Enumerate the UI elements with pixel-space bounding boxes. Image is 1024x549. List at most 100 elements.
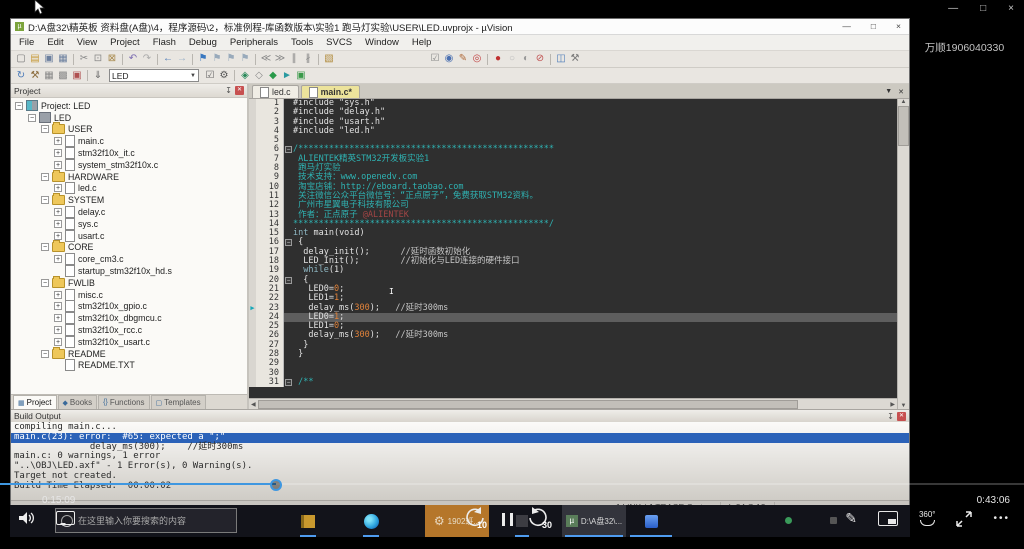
tree-item-readme-txt[interactable]: README.TXT xyxy=(11,360,247,372)
panel-tab-books[interactable]: ◆Books xyxy=(58,395,98,409)
code-area[interactable]: 1#include "sys.h"2#include "delay.h"3#in… xyxy=(249,99,897,398)
run-to-cursor-icon[interactable]: ◉ xyxy=(442,53,456,66)
copy-icon[interactable]: ⊡ xyxy=(91,53,105,66)
scroll-left-icon[interactable]: ◀ xyxy=(251,401,256,408)
scroll-up-icon[interactable]: ▲ xyxy=(901,99,907,105)
tree-item-stm32f10x-rcc-c[interactable]: +stm32f10x_rcc.c xyxy=(11,324,247,336)
project-targets-icon[interactable]: ▣ xyxy=(294,69,308,82)
menu-file[interactable]: File xyxy=(19,37,34,48)
code-line-4[interactable]: 4#include "led.h" xyxy=(249,127,897,136)
tree-item-stm32f10x-dbgmcu-c[interactable]: +stm32f10x_dbgmcu.c xyxy=(11,312,247,324)
taskbar-item-uvision[interactable]: µ D:\A盘32\... xyxy=(562,505,626,537)
rebuild-icon[interactable]: ▦ xyxy=(42,69,56,82)
translate-icon[interactable]: ↻ xyxy=(14,69,28,82)
breakpoint-toggle-icon[interactable]: ● xyxy=(491,53,505,66)
navigate-forward-icon[interactable]: → xyxy=(175,53,189,66)
close-tab-icon[interactable]: ✕ xyxy=(898,88,904,96)
tree-item-hardware[interactable]: −HARDWARE xyxy=(11,171,247,183)
tree-item-delay-c[interactable]: +delay.c xyxy=(11,206,247,218)
menu-window[interactable]: Window xyxy=(365,37,399,48)
notes-button[interactable]: ✎ xyxy=(845,510,857,527)
expand-icon[interactable]: + xyxy=(54,338,62,346)
configure-icon[interactable]: ⚒ xyxy=(568,53,582,66)
picture-in-picture-button[interactable] xyxy=(878,511,898,526)
expand-icon[interactable]: + xyxy=(54,184,62,192)
bookmark-next-icon[interactable]: ⚑ xyxy=(224,53,238,66)
expand-icon[interactable]: + xyxy=(54,255,62,263)
player-maximize-button[interactable]: □ xyxy=(980,2,986,16)
navigate-back-icon[interactable]: ← xyxy=(161,53,175,66)
collapse-icon[interactable]: − xyxy=(28,114,36,122)
tree-item-stm32f10x-it-c[interactable]: +stm32f10x_it.c xyxy=(11,147,247,159)
tree-item-startup-stm32f10x-hd-s[interactable]: startup_stm32f10x_hd.s xyxy=(11,265,247,277)
tree-item-sys-c[interactable]: +sys.c xyxy=(11,218,247,230)
tree-item-led[interactable]: −LED xyxy=(11,112,247,124)
menu-svcs[interactable]: SVCS xyxy=(326,37,352,48)
menu-edit[interactable]: Edit xyxy=(47,37,63,48)
fold-icon[interactable]: − xyxy=(285,239,292,246)
menu-help[interactable]: Help xyxy=(412,37,432,48)
more-options-button[interactable]: ••• xyxy=(993,513,1010,524)
save-all-icon[interactable]: ▦ xyxy=(56,53,70,66)
collapse-icon[interactable]: − xyxy=(41,279,49,287)
paste-icon[interactable]: ⊠ xyxy=(105,53,119,66)
expand-icon[interactable]: + xyxy=(54,291,62,299)
tray-icon[interactable] xyxy=(785,517,792,524)
window-layout-icon[interactable]: ◫ xyxy=(554,53,568,66)
editor-tab-main-c-[interactable]: main.c* xyxy=(301,85,360,98)
code-line-21[interactable]: 21 LED0=0; xyxy=(249,285,897,294)
save-icon[interactable]: ▣ xyxy=(42,53,56,66)
code-line-23[interactable]: ▶23 delay_ms(300); //延时300ms xyxy=(249,304,897,313)
code-line-27[interactable]: 27 } xyxy=(249,341,897,350)
close-icon[interactable]: ✕ xyxy=(897,412,906,421)
pin-icon[interactable]: ↧ xyxy=(887,412,894,421)
tree-item-led-c[interactable]: +led.c xyxy=(11,183,247,195)
annotate-icon[interactable]: ✎ xyxy=(456,53,470,66)
tree-item-misc-c[interactable]: +misc.c xyxy=(11,289,247,301)
uvision-minimize-button[interactable]: — xyxy=(842,20,851,33)
code-line-19[interactable]: 19 while(1) xyxy=(249,266,897,275)
taskbar-search-box[interactable]: 在这里输入你要搜索的内容 xyxy=(55,508,237,533)
expand-icon[interactable]: + xyxy=(54,149,62,157)
expand-icon[interactable]: + xyxy=(54,137,62,145)
horizontal-scrollbar[interactable]: ◀ ▶ xyxy=(249,398,897,409)
menu-tools[interactable]: Tools xyxy=(291,37,313,48)
manage-components-icon[interactable]: ► xyxy=(280,69,294,82)
tree-item-readme[interactable]: −README xyxy=(11,348,247,360)
tree-item-stm32f10x-gpio-c[interactable]: +stm32f10x_gpio.c xyxy=(11,301,247,313)
tray-icon[interactable] xyxy=(830,517,837,524)
tree-item-core[interactable]: −CORE xyxy=(11,242,247,254)
tree-item-project-led[interactable]: −Project: LED xyxy=(11,100,247,112)
bookmark-toggle-icon[interactable]: ⚑ xyxy=(196,53,210,66)
expand-icon[interactable]: + xyxy=(54,208,62,216)
breakpoint-kill-all-icon[interactable]: ⊘ xyxy=(533,53,547,66)
uvision-title-bar[interactable]: µ D:\A盘32\精英板 资料盘(A盘)\4，程序源码\2，标准例程-库函数版… xyxy=(11,19,909,35)
comments-button[interactable] xyxy=(56,511,75,525)
panel-tab-templates[interactable]: ▢Templates xyxy=(151,395,206,409)
collapse-icon[interactable]: − xyxy=(41,173,49,181)
menu-flash[interactable]: Flash xyxy=(153,37,176,48)
expand-icon[interactable]: + xyxy=(54,232,62,240)
unindent-icon[interactable]: ≪ xyxy=(259,53,273,66)
code-line-18[interactable]: 18 LED_Init(); //初始化与LED连接的硬件接口 xyxy=(249,257,897,266)
expand-icon[interactable]: + xyxy=(54,326,62,334)
tree-item-system[interactable]: −SYSTEM xyxy=(11,194,247,206)
breakpoint-enable-all-icon[interactable]: ◐ xyxy=(519,53,533,66)
collapse-icon[interactable]: − xyxy=(41,125,49,133)
fold-icon[interactable]: − xyxy=(285,379,292,386)
forward-30-button[interactable]: 30 xyxy=(527,507,553,529)
menu-debug[interactable]: Debug xyxy=(189,37,217,48)
fullscreen-button[interactable] xyxy=(956,511,972,527)
volume-button[interactable] xyxy=(18,511,35,525)
tree-item-system-stm32f10x-c[interactable]: +system_stm32f10x.c xyxy=(11,159,247,171)
scrollbar-thumb[interactable] xyxy=(898,106,909,146)
tree-item-usart-c[interactable]: +usart.c xyxy=(11,230,247,242)
scroll-right-icon[interactable]: ▶ xyxy=(890,401,895,408)
tree-item-main-c[interactable]: +main.c xyxy=(11,135,247,147)
scrollbar-thumb[interactable] xyxy=(258,400,799,409)
taskbar-item-photos[interactable] xyxy=(628,505,674,537)
code-line-29[interactable]: 29 xyxy=(249,359,897,368)
scroll-down-icon[interactable]: ▼ xyxy=(901,403,907,409)
expand-icon[interactable]: + xyxy=(54,220,62,228)
code-line-28[interactable]: 28 } xyxy=(249,350,897,359)
